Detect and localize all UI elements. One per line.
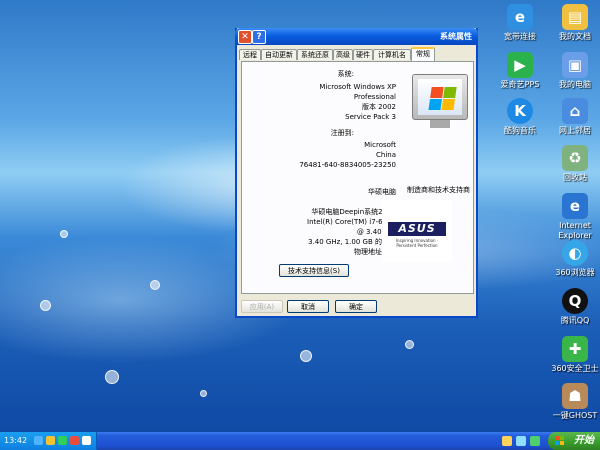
monitor-icon (412, 74, 468, 120)
quick-launch-desktop-icon[interactable] (502, 436, 512, 446)
desktop-icon-label: 宽带连接 (504, 32, 536, 41)
windows-flag-icon (555, 436, 565, 446)
desktop-icon-security-guard[interactable]: ✚ 360安全卫士 (545, 336, 600, 374)
desktop-icon-my-computer[interactable]: ▣ 我的电脑 (545, 52, 600, 90)
quick-launch-ghost-icon[interactable] (530, 436, 540, 446)
water-drop (60, 230, 68, 238)
water-drop (405, 340, 414, 349)
asus-tagline: Inspiring Innovation · Persistent Perfec… (395, 238, 439, 248)
desktop-icon-label: 360浏览器 (555, 268, 595, 277)
security-tray-icon[interactable] (58, 436, 67, 445)
desktop-icon-label: 一键GHOST (552, 411, 598, 420)
tab-system-restore[interactable]: 系统还原 (297, 49, 333, 60)
help-button[interactable]: ? (252, 30, 266, 44)
recycle-bin-icon: ♻ (562, 145, 588, 171)
product-id: 76481-640-8834005-23250 (299, 161, 396, 169)
oem-logo-box: ASUS Inspiring Innovation · Persistent P… (382, 200, 452, 262)
desktop-icon-label: 爱奇艺PPS (500, 80, 540, 89)
asus-logo: ASUS (388, 222, 446, 236)
dialog-title-bar[interactable]: ✕ ? 系统属性 (235, 28, 478, 45)
system-heading: 系统: (337, 70, 354, 78)
registered-heading: 注册到: (330, 129, 354, 137)
dialog-title: 系统属性 (440, 32, 472, 41)
windows-flag-icon (428, 87, 457, 111)
water-drop (105, 370, 119, 384)
kugou-icon: K (507, 98, 533, 124)
tab-hardware[interactable]: 硬件 (353, 49, 373, 60)
quick-launch-ie-icon[interactable] (516, 436, 526, 446)
im-tray-icon[interactable] (82, 436, 91, 445)
browser-icon: ◐ (562, 240, 588, 266)
registered-org: China (376, 151, 396, 159)
support-info-button[interactable]: 技术支持信息(S) (279, 264, 349, 277)
my-computer-icon: ▣ (562, 52, 588, 78)
security-guard-icon: ✚ (562, 336, 588, 362)
taskbar: 13:42 开始 (0, 432, 600, 450)
start-label: 开始 (574, 435, 594, 446)
desktop-icon-kugou[interactable]: K 酷狗音乐 (490, 98, 550, 136)
desktop-icon-iqiyi[interactable]: ▶ 爱奇艺PPS (490, 52, 550, 90)
ghost-icon: ☗ (562, 383, 588, 409)
os-name: Microsoft Windows XP (319, 83, 396, 91)
my-documents-icon: ▤ (562, 4, 588, 30)
iqiyi-icon: ▶ (507, 52, 533, 78)
desktop-icon-browser[interactable]: ◐ 360浏览器 (545, 240, 600, 278)
water-drop (300, 350, 312, 362)
system-properties-dialog: ✕ ? 系统属性 远程 自动更新 系统还原 高级 硬件 计算机名 常规 系统: … (235, 28, 478, 318)
tab-computer-name[interactable]: 计算机名 (373, 49, 411, 60)
water-drop (150, 280, 160, 290)
desktop-icon-network-places[interactable]: ⌂ 网上邻居 (545, 98, 600, 136)
registered-user: Microsoft (364, 141, 396, 149)
ok-button[interactable]: 确定 (335, 300, 377, 313)
desktop-icon-my-documents[interactable]: ▤ 我的文档 (545, 4, 600, 42)
close-button[interactable]: ✕ (238, 30, 252, 44)
os-edition: Professional (353, 93, 396, 101)
network-places-icon: ⌂ (562, 98, 588, 124)
desktop-icon-label: 腾讯QQ (560, 316, 590, 325)
desktop-icon-label: 回收站 (563, 173, 587, 182)
system-tray: 13:42 (0, 432, 97, 450)
desktop-icon-qq[interactable]: Q 腾讯QQ (545, 288, 600, 326)
qq-icon: Q (562, 288, 588, 314)
manufacturer-heading: 华硕电脑 (368, 188, 396, 196)
desktop-icon-broadband[interactable]: e 宽带连接 (490, 4, 550, 42)
broadband-connection-icon: e (507, 4, 533, 30)
support-label: 制造商和技术支持商 (407, 186, 470, 194)
apply-button[interactable]: 应用(A) (241, 300, 283, 313)
internet-explorer-icon: e (562, 193, 588, 219)
tab-remote[interactable]: 远程 (239, 49, 261, 60)
desktop-icon-label: 网上邻居 (559, 126, 591, 135)
clock[interactable]: 13:42 (4, 436, 27, 445)
cancel-button[interactable]: 取消 (287, 300, 329, 313)
antivirus-tray-icon[interactable] (70, 436, 79, 445)
desktop-icon-label: Internet Explorer (558, 221, 592, 240)
water-drop (200, 390, 207, 397)
desktop-icon-recycle-bin[interactable]: ♻ 回收站 (545, 145, 600, 183)
tab-automatic-updates[interactable]: 自动更新 (261, 49, 297, 60)
desktop-icon-label: 我的文档 (559, 32, 591, 41)
desktop-icon-label: 酷狗音乐 (504, 126, 536, 135)
tab-advanced[interactable]: 高级 (333, 49, 353, 60)
tab-general[interactable]: 常规 (411, 47, 435, 61)
desktop-icon-label: 360安全卫士 (551, 364, 599, 373)
desktop-icon-ghost[interactable]: ☗ 一键GHOST (545, 383, 600, 421)
windows-logo-image (412, 74, 468, 132)
desktop-icon-internet-explorer[interactable]: e Internet Explorer (545, 193, 600, 241)
water-drop (40, 300, 51, 311)
start-button[interactable]: 开始 (548, 432, 600, 450)
desktop-icon-label: 我的电脑 (559, 80, 591, 89)
service-pack: Service Pack 3 (345, 113, 396, 121)
volume-tray-icon[interactable] (46, 436, 55, 445)
network-tray-icon[interactable] (34, 436, 43, 445)
tab-strip: 远程 自动更新 系统还原 高级 硬件 计算机名 常规 (239, 47, 476, 61)
os-version: 版本 2002 (361, 103, 396, 111)
